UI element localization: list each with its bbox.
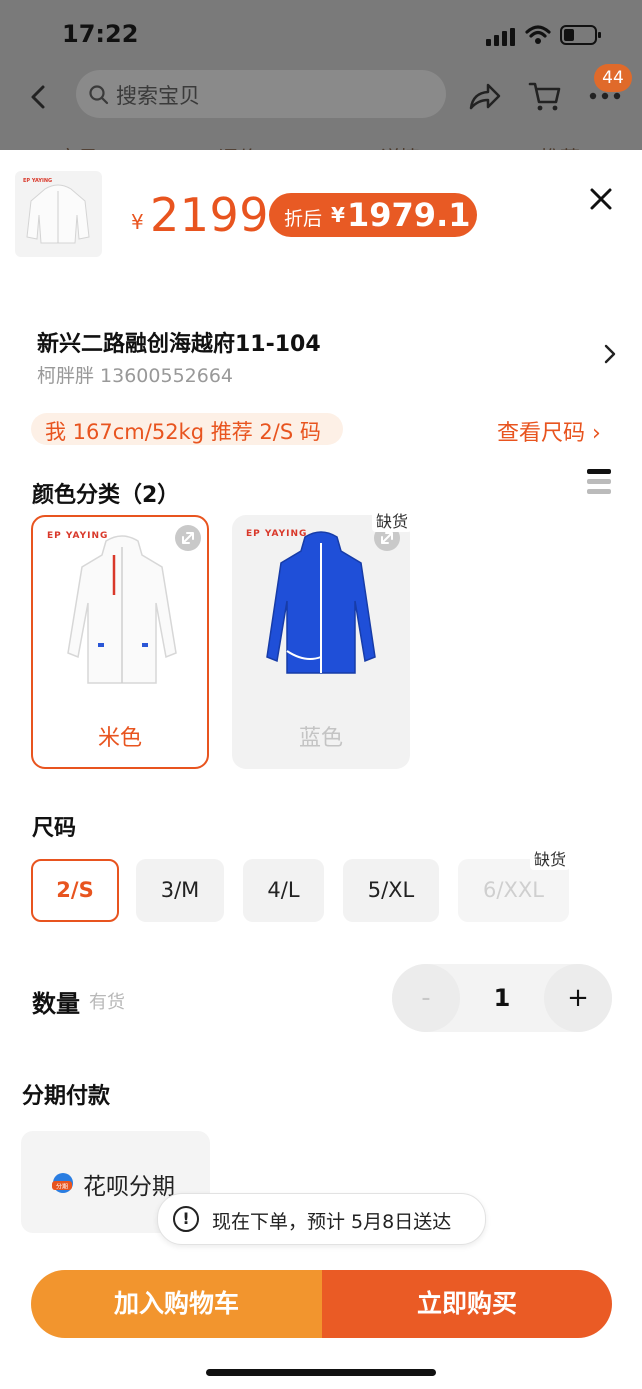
out-of-stock-tag: 缺货: [530, 846, 571, 870]
wifi-icon: [525, 25, 551, 44]
discount-price: 1979.1: [347, 196, 471, 234]
installment-section-title: 分期付款: [22, 1084, 111, 1109]
color-option-beige[interactable]: EP YAYING 米色: [31, 515, 209, 769]
battery-icon: [560, 25, 601, 45]
status-bar: 17:22: [0, 0, 642, 70]
huabei-icon: 分期: [52, 1173, 73, 1193]
svg-text:EP YAYING: EP YAYING: [23, 178, 52, 184]
svg-text:分期: 分期: [56, 1183, 68, 1191]
cart-badge: 44: [594, 64, 632, 92]
signal-icon: [486, 28, 518, 46]
search-input[interactable]: 搜索宝贝: [116, 80, 200, 110]
quantity-stepper: - 1 +: [392, 964, 612, 1032]
quantity-label: 数量: [32, 990, 80, 1018]
discount-currency: ¥: [331, 203, 345, 227]
size-section-title: 尺码: [32, 816, 77, 841]
jacket-blue-image: [266, 531, 376, 674]
huabei-label: 花呗分期: [83, 1174, 175, 1200]
info-icon: !: [173, 1206, 199, 1232]
home-indicator[interactable]: [206, 1369, 436, 1376]
increment-button[interactable]: +: [544, 964, 612, 1032]
discount-price-badge: 折后 ¥ 1979.1: [269, 193, 477, 237]
delivery-estimate-text: 现在下单，预计 5月8日送达: [212, 1211, 452, 1233]
cart-icon[interactable]: [528, 80, 562, 112]
product-thumbnail[interactable]: EP YAYING: [15, 171, 102, 257]
status-time: 17:22: [62, 20, 139, 48]
out-of-stock-tag: 缺货: [372, 508, 413, 532]
size-recommendation-text: 我 167cm/52kg 推荐 2/S 码: [45, 420, 321, 444]
discount-label: 折后: [284, 208, 323, 230]
quantity-value[interactable]: 1: [462, 964, 542, 1032]
size-option-4l[interactable]: 4/L: [243, 859, 324, 922]
color-section-title: 颜色分类（2）: [32, 483, 180, 508]
price-currency: ¥: [131, 210, 144, 234]
back-icon[interactable]: [28, 84, 48, 110]
delivery-estimate-toast: ! 现在下单，预计 5月8日送达: [157, 1193, 486, 1245]
color-option-blue[interactable]: EP YAYING 蓝色: [232, 515, 410, 769]
size-chart-link[interactable]: 查看尺码 ›: [497, 415, 601, 447]
buy-now-button[interactable]: 立即购买: [322, 1270, 612, 1338]
address-line[interactable]: 新兴二路融创海越府11-104: [37, 326, 321, 358]
color-name: 米色: [97, 726, 142, 751]
list-view-icon[interactable]: [587, 469, 611, 495]
add-to-cart-button[interactable]: 加入购物车: [31, 1270, 322, 1338]
share-icon[interactable]: [468, 82, 502, 112]
chevron-right-icon[interactable]: [600, 343, 620, 365]
size-option-3m[interactable]: 3/M: [136, 859, 224, 922]
stock-status: 有货: [89, 992, 125, 1013]
price: 2199: [150, 188, 270, 242]
size-option-5xl[interactable]: 5/XL: [343, 859, 439, 922]
close-icon[interactable]: [584, 182, 618, 216]
address-contact[interactable]: 柯胖胖 13600552664: [37, 361, 233, 388]
size-option-2s[interactable]: 2/S: [31, 859, 119, 922]
color-name: 蓝色: [298, 726, 343, 751]
jacket-beige-image: [67, 535, 177, 684]
decrement-button[interactable]: -: [392, 964, 460, 1032]
search-icon: [89, 85, 109, 105]
